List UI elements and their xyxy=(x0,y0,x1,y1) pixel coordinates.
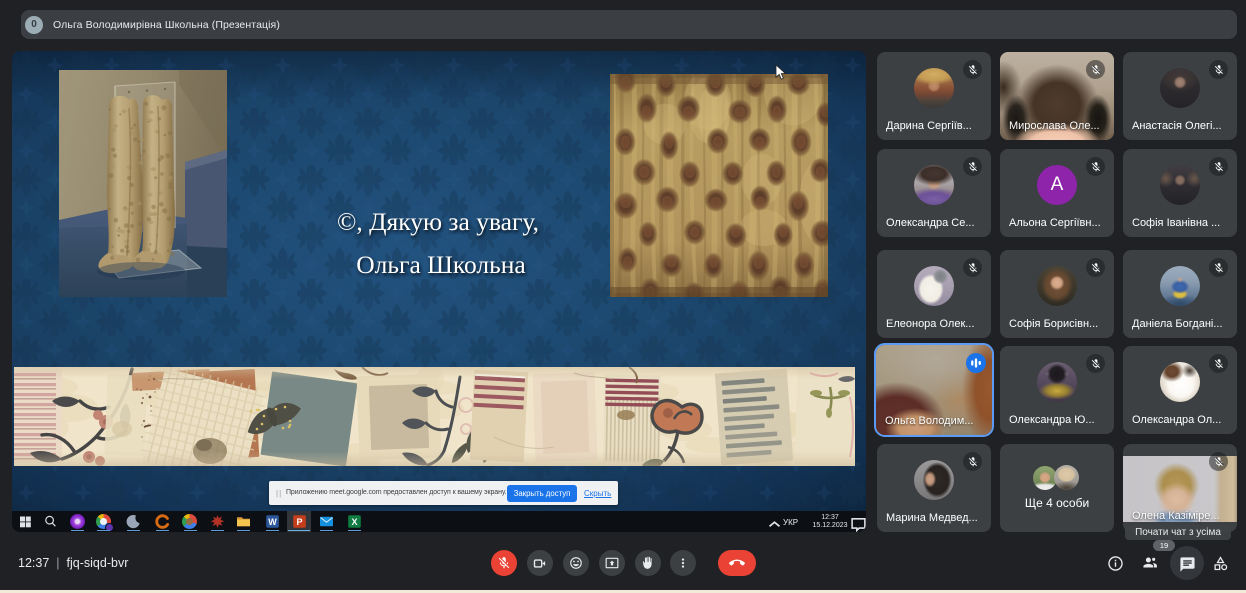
svg-text:X: X xyxy=(351,517,357,527)
svg-text:P: P xyxy=(296,517,302,527)
svg-text:W: W xyxy=(268,517,277,527)
